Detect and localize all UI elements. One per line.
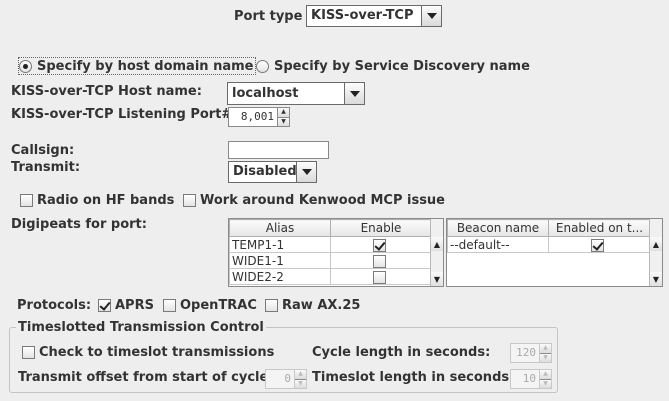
port-type-value: KISS-over-TCP xyxy=(311,8,414,23)
cycle-length-label: Cycle length in seconds: xyxy=(312,345,491,360)
alias-cell[interactable]: TEMP1-1 xyxy=(229,236,331,253)
transmit-offset-label: Transmit offset from start of cycle: xyxy=(18,370,274,385)
port-type-label: Port type xyxy=(234,9,303,24)
scroll-down-icon[interactable]: ▼ xyxy=(431,272,443,286)
host-name-combo[interactable]: localhost xyxy=(227,82,365,105)
host-name-label: KISS-over-TCP Host name: xyxy=(11,84,202,99)
beacons-scrollbar[interactable]: ▲ ▼ xyxy=(649,219,662,286)
chevron-down-icon[interactable] xyxy=(421,6,441,26)
radio-host-domain[interactable]: Specify by host domain name xyxy=(18,57,257,75)
radio-service-discovery[interactable]: Specify by Service Discovery name xyxy=(256,57,530,75)
alias-cell[interactable]: WIDE1-1 xyxy=(229,252,331,269)
cycle-length-spinner[interactable]: 120 ▲ ▼ xyxy=(510,343,552,363)
spin-down-icon[interactable]: ▼ xyxy=(295,378,306,388)
scroll-down-icon[interactable]: ▼ xyxy=(650,272,662,286)
timeslot-length-label: Timeslot length in seconds: xyxy=(312,370,515,385)
enable-checkbox[interactable] xyxy=(372,238,386,252)
table-row[interactable]: --default-- xyxy=(447,236,651,253)
opentrac-checkbox[interactable]: OpenTRAC xyxy=(163,298,257,313)
spin-down-icon[interactable]: ▼ xyxy=(540,378,551,388)
enable-checkbox[interactable] xyxy=(372,270,386,284)
port-type-select[interactable]: KISS-over-TCP xyxy=(306,5,442,27)
transmit-select[interactable]: Disabled xyxy=(228,161,317,183)
timeslot-legend: Timeslotted Transmission Control xyxy=(18,320,264,335)
spin-down-icon[interactable]: ▼ xyxy=(278,116,289,126)
beacon-name-cell[interactable]: --default-- xyxy=(447,236,549,253)
beacons-table: Beacon name Enabled on t... --default-- … xyxy=(446,218,663,287)
listen-port-label: KISS-over-TCP Listening Port#: xyxy=(11,107,238,122)
callsign-input[interactable] xyxy=(228,141,329,159)
raw-ax25-checkbox[interactable]: Raw AX.25 xyxy=(265,298,360,313)
radio-hf-checkbox[interactable]: Radio on HF bands xyxy=(20,193,174,208)
scroll-up-icon[interactable]: ▲ xyxy=(650,237,662,251)
table-row[interactable]: TEMP1-1 xyxy=(229,236,432,253)
radio-selected-icon xyxy=(19,59,32,73)
callsign-label: Callsign: xyxy=(11,143,75,158)
checkbox-icon xyxy=(20,194,33,207)
checkbox-icon xyxy=(265,299,278,312)
alias-cell[interactable]: WIDE2-2 xyxy=(229,268,331,285)
chevron-down-icon[interactable] xyxy=(344,83,364,104)
spin-down-icon[interactable]: ▼ xyxy=(540,352,551,362)
chevron-down-icon[interactable] xyxy=(296,162,316,182)
digipeats-scrollbar[interactable]: ▲ ▼ xyxy=(430,219,443,286)
timeslot-checkbox[interactable]: Check to timeslot transmissions xyxy=(22,345,274,360)
column-header-enabled-on[interactable]: Enabled on t... xyxy=(548,219,651,237)
checkbox-icon xyxy=(183,194,196,207)
column-header-alias[interactable]: Alias xyxy=(229,219,331,237)
radio-unselected-icon xyxy=(256,59,269,73)
table-row[interactable]: WIDE1-1 xyxy=(229,252,432,269)
aprs-checkbox[interactable]: APRS xyxy=(98,298,154,313)
listen-port-value: 8,001 xyxy=(240,110,274,123)
spin-up-icon[interactable]: ▲ xyxy=(540,370,551,379)
transmit-offset-spinner[interactable]: 0 ▲ ▼ xyxy=(265,369,307,389)
digipeats-table: Alias Enable TEMP1-1 WIDE1-1 WIDE2-2 ▲ ▼ xyxy=(228,218,444,287)
enable-checkbox[interactable] xyxy=(372,254,386,268)
listen-port-spinner[interactable]: 8,001 ▲ ▼ xyxy=(228,107,290,127)
enable-checkbox[interactable] xyxy=(591,238,604,252)
spin-up-icon[interactable]: ▲ xyxy=(540,344,551,353)
timeslot-length-spinner[interactable]: 10 ▲ ▼ xyxy=(510,369,552,389)
spin-up-icon[interactable]: ▲ xyxy=(295,370,306,379)
protocols-label: Protocols: xyxy=(17,298,92,313)
checkbox-checked-icon xyxy=(98,299,111,312)
column-header-enable[interactable]: Enable xyxy=(330,219,432,237)
checkbox-icon xyxy=(22,346,35,359)
host-name-value: localhost xyxy=(232,86,299,101)
digipeats-label: Digipeats for port: xyxy=(11,217,147,232)
kenwood-checkbox[interactable]: Work around Kenwood MCP issue xyxy=(183,193,445,208)
table-row[interactable]: WIDE2-2 xyxy=(229,268,432,285)
scroll-up-icon[interactable]: ▲ xyxy=(431,237,443,251)
column-header-beacon-name[interactable]: Beacon name xyxy=(447,219,549,237)
transmit-value: Disabled xyxy=(233,164,296,179)
spin-up-icon[interactable]: ▲ xyxy=(278,108,289,117)
transmit-label: Transmit: xyxy=(11,160,81,175)
checkbox-icon xyxy=(163,299,176,312)
